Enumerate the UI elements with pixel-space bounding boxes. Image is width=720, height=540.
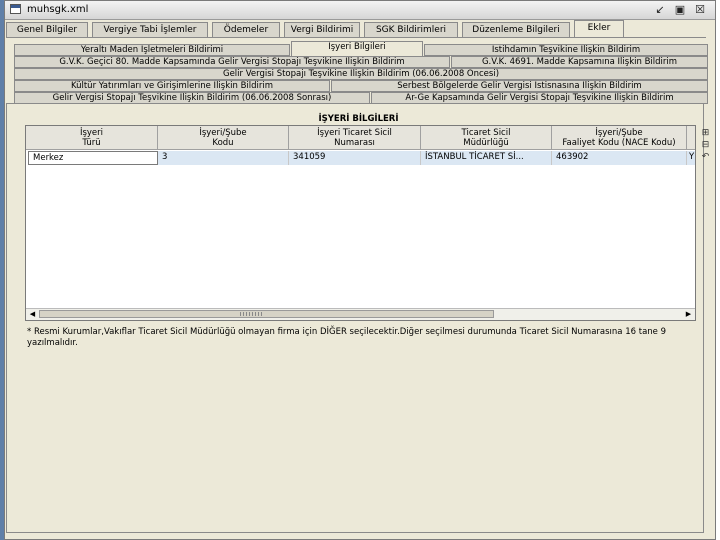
remove-row-icon[interactable]: ⊟ bbox=[700, 140, 711, 150]
subtab-gvk-4691[interactable]: G.V.K. 4691. Madde Kapsamına İlişkin Bil… bbox=[451, 56, 708, 68]
info-note: * Resmi Kurumlar,Vakıflar Ticaret Sicil … bbox=[27, 327, 666, 348]
cell-ticaret-sicil-no[interactable]: 341059 bbox=[289, 151, 421, 165]
title-bar: muhsgk.xml ↙ ▣ ☒ bbox=[5, 1, 715, 20]
document-icon bbox=[10, 4, 21, 14]
undo-icon[interactable]: ↶ bbox=[700, 152, 711, 162]
subtab-isyeri-bilgileri[interactable]: İşyeri Bilgileri bbox=[291, 41, 423, 56]
tab-duzenleme-bilgileri[interactable]: Düzenleme Bilgileri bbox=[462, 22, 570, 37]
minimize-icon[interactable]: ↙ bbox=[653, 3, 667, 16]
tab-vergiye-tabi-islemler[interactable]: Vergiye Tabi İşlemler bbox=[92, 22, 208, 37]
column-header-sube-kodu[interactable]: İşyeri/Şube Kodu bbox=[158, 126, 289, 150]
tab-sgk-bildirimleri[interactable]: SGK Bildirimleri bbox=[364, 22, 458, 37]
tab-odemeler[interactable]: Ödemeler bbox=[212, 22, 280, 37]
tab-vergi-bildirimi[interactable]: Vergi Bildirimi bbox=[284, 22, 360, 37]
cell-sube-kodu[interactable]: 3 bbox=[158, 151, 289, 165]
column-header-isyeri-turu[interactable]: İşyeri Türü bbox=[26, 126, 158, 150]
column-header-ticaret-sicil-mudurlugu[interactable]: Ticaret Sicil Müdürlüğü bbox=[421, 126, 552, 150]
grip-icon bbox=[240, 312, 264, 316]
subtab-serbest-bolgeler[interactable]: Serbest Bölgelerde Gelir Vergisi İstisna… bbox=[331, 80, 708, 92]
column-header-nace-kodu[interactable]: İşyeri/Şube Faaliyet Kodu (NACE Kodu) bbox=[552, 126, 687, 150]
scroll-thumb[interactable] bbox=[39, 310, 494, 318]
column-header-ticaret-sicil-no[interactable]: İşyeri Ticaret Sicil Numarası bbox=[289, 126, 421, 150]
cell-nace-kodu[interactable]: 463902 bbox=[552, 151, 687, 165]
scroll-left-icon[interactable]: ◀ bbox=[27, 309, 38, 319]
add-row-icon[interactable]: ⊞ bbox=[700, 128, 711, 138]
horizontal-scrollbar[interactable]: ◀ ▶ bbox=[26, 308, 695, 320]
column-header-overflow bbox=[687, 126, 695, 150]
tab-divider bbox=[6, 37, 706, 38]
subtab-stopaj-oncesi[interactable]: Gelir Vergisi Stopajı Teşvikine İlişkin … bbox=[14, 68, 708, 80]
subtab-gvk-gecici-80[interactable]: G.V.K. Geçici 80. Madde Kapsamında Gelir… bbox=[14, 56, 450, 68]
cell-ticaret-sicil-mudurlugu[interactable]: İSTANBUL TİCARET Sİ... bbox=[421, 151, 552, 165]
cell-overflow[interactable]: Y bbox=[687, 151, 695, 165]
tab-genel-bilgiler[interactable]: Genel Bilgiler bbox=[6, 22, 88, 37]
cell-isyeri-turu[interactable]: Merkez bbox=[28, 151, 158, 165]
tab-ekler[interactable]: Ekler bbox=[574, 20, 624, 38]
close-icon[interactable]: ☒ bbox=[693, 3, 707, 16]
subtab-istihdam-tesvik[interactable]: İstihdamın Teşvikine İlişkin Bildirim bbox=[424, 44, 708, 56]
window-title: muhsgk.xml bbox=[27, 4, 89, 15]
subtab-yeralti-maden[interactable]: Yeraltı Maden İşletmeleri Bildirimi bbox=[14, 44, 290, 56]
grid-title: İŞYERİ BİLGİLERİ bbox=[22, 114, 695, 125]
maximize-icon[interactable]: ▣ bbox=[673, 3, 687, 16]
scroll-right-icon[interactable]: ▶ bbox=[683, 309, 694, 319]
subtab-kultur-yatirimlari[interactable]: Kültür Yatırımları ve Girişimlerine İliş… bbox=[14, 80, 330, 92]
isyeri-grid: İşyeri Türü İşyeri/Şube Kodu İşyeri Ticare… bbox=[25, 125, 696, 321]
